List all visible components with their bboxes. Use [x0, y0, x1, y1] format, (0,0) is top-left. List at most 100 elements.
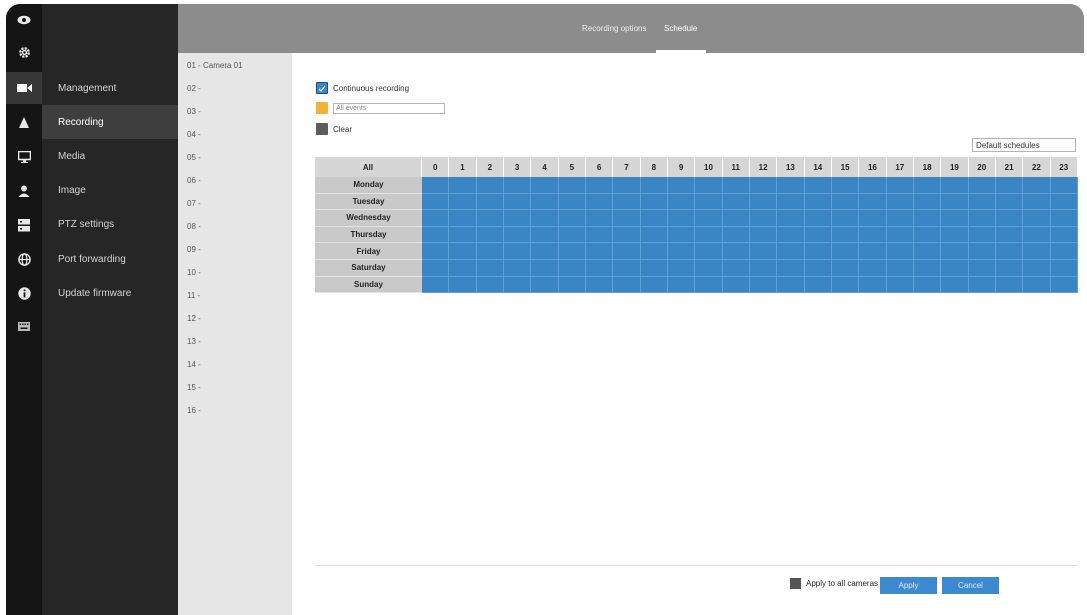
schedule-cell[interactable]	[422, 276, 450, 294]
schedule-cell[interactable]	[613, 243, 641, 260]
schedule-cell[interactable]	[941, 177, 969, 194]
camera-item[interactable]: 07 -	[187, 199, 201, 208]
schedule-cell[interactable]	[422, 210, 450, 227]
schedule-cell[interactable]	[777, 226, 805, 244]
schedule-cell[interactable]	[913, 193, 942, 211]
schedule-cell[interactable]	[503, 210, 532, 227]
schedule-cell[interactable]	[503, 193, 532, 211]
schedule-cell[interactable]	[640, 226, 668, 244]
schedule-cell[interactable]	[585, 276, 614, 294]
schedule-cell[interactable]	[695, 193, 723, 211]
schedule-cell[interactable]	[968, 243, 996, 260]
schedule-cell[interactable]	[1023, 243, 1051, 260]
schedule-cell[interactable]	[585, 226, 614, 244]
schedule-cell[interactable]	[968, 210, 996, 227]
camera-item[interactable]: 15 -	[187, 383, 201, 392]
camera-item[interactable]: 03 -	[187, 107, 201, 116]
apply-button[interactable]: Apply	[880, 577, 937, 594]
hour-header[interactable]: 20	[968, 157, 996, 177]
schedule-cell[interactable]	[859, 276, 887, 294]
schedule-cell[interactable]	[640, 177, 668, 194]
server-icon[interactable]	[6, 209, 42, 241]
day-label[interactable]: Sunday	[315, 276, 422, 294]
apply-all-checkbox[interactable]	[790, 578, 801, 589]
schedule-cell[interactable]	[667, 243, 696, 260]
schedule-cell[interactable]	[1050, 177, 1078, 194]
schedule-cell[interactable]	[449, 226, 477, 244]
schedule-cell[interactable]	[422, 177, 450, 194]
schedule-cell[interactable]	[941, 276, 969, 294]
schedule-cell[interactable]	[613, 260, 641, 277]
hour-header[interactable]: 11	[722, 157, 750, 177]
schedule-cell[interactable]	[995, 243, 1024, 260]
schedule-cell[interactable]	[968, 193, 996, 211]
menu-item-ptz-settings[interactable]: PTZ settings	[42, 207, 178, 241]
schedule-cell[interactable]	[941, 210, 969, 227]
schedule-cell[interactable]	[804, 276, 832, 294]
hour-header[interactable]: 3	[503, 157, 532, 177]
schedule-cell[interactable]	[695, 243, 723, 260]
schedule-cell[interactable]	[886, 177, 914, 194]
hour-header[interactable]: 5	[558, 157, 586, 177]
schedule-cell[interactable]	[777, 276, 805, 294]
schedule-cell[interactable]	[749, 177, 778, 194]
cancel-button[interactable]: Cancel	[942, 577, 999, 594]
hour-header[interactable]: 23	[1050, 157, 1078, 177]
schedule-cell[interactable]	[531, 243, 559, 260]
schedule-cell[interactable]	[1023, 260, 1051, 277]
menu-item-update-firmware[interactable]: Update firmware	[42, 276, 178, 310]
menu-item-port-forwarding[interactable]: Port forwarding	[42, 242, 178, 276]
camera-item[interactable]: 14 -	[187, 360, 201, 369]
schedule-cell[interactable]	[995, 210, 1024, 227]
schedule-cell[interactable]	[1050, 276, 1078, 294]
schedule-cell[interactable]	[667, 226, 696, 244]
hour-header[interactable]: 10	[695, 157, 723, 177]
schedule-cell[interactable]	[667, 210, 696, 227]
schedule-cell[interactable]	[913, 276, 942, 294]
tab-recording-options[interactable]: Recording options	[582, 24, 646, 33]
hour-header[interactable]: 12	[749, 157, 778, 177]
schedule-cell[interactable]	[968, 276, 996, 294]
schedule-cell[interactable]	[558, 193, 586, 211]
hour-header[interactable]: 0	[422, 157, 450, 177]
schedule-cell[interactable]	[531, 226, 559, 244]
apply-to-all-cameras[interactable]: Apply to all cameras	[790, 578, 878, 589]
schedule-cell[interactable]	[613, 177, 641, 194]
schedule-cell[interactable]	[859, 177, 887, 194]
schedule-cell[interactable]	[667, 260, 696, 277]
camera-item[interactable]: 02 -	[187, 84, 201, 93]
day-label[interactable]: Friday	[315, 243, 422, 260]
day-label[interactable]: Wednesday	[315, 210, 422, 227]
camera-item[interactable]: 12 -	[187, 314, 201, 323]
schedule-cell[interactable]	[777, 177, 805, 194]
hour-header[interactable]: 22	[1023, 157, 1051, 177]
schedule-cell[interactable]	[968, 177, 996, 194]
schedule-cell[interactable]	[749, 210, 778, 227]
schedule-cell[interactable]	[804, 243, 832, 260]
schedule-cell[interactable]	[995, 260, 1024, 277]
select-all-header[interactable]: All	[315, 157, 422, 177]
schedule-cell[interactable]	[831, 226, 860, 244]
schedule-cell[interactable]	[722, 193, 750, 211]
schedule-cell[interactable]	[558, 243, 586, 260]
hour-header[interactable]: 8	[640, 157, 668, 177]
schedule-cell[interactable]	[531, 193, 559, 211]
schedule-cell[interactable]	[1023, 276, 1051, 294]
hour-header[interactable]: 1	[449, 157, 477, 177]
schedule-cell[interactable]	[695, 177, 723, 194]
hour-header[interactable]: 15	[831, 157, 860, 177]
schedule-cell[interactable]	[859, 260, 887, 277]
schedule-cell[interactable]	[941, 193, 969, 211]
schedule-cell[interactable]	[1023, 177, 1051, 194]
schedule-cell[interactable]	[804, 210, 832, 227]
schedule-cell[interactable]	[777, 243, 805, 260]
hour-header[interactable]: 16	[859, 157, 887, 177]
schedule-cell[interactable]	[722, 276, 750, 294]
schedule-cell[interactable]	[449, 276, 477, 294]
menu-item-media[interactable]: Media	[42, 139, 178, 173]
schedule-cell[interactable]	[804, 226, 832, 244]
schedule-cell[interactable]	[449, 177, 477, 194]
day-label[interactable]: Monday	[315, 177, 422, 194]
camera-item[interactable]: 01 - Camera 01	[187, 61, 243, 70]
default-schedules-select[interactable]: Default schedules	[972, 138, 1076, 152]
